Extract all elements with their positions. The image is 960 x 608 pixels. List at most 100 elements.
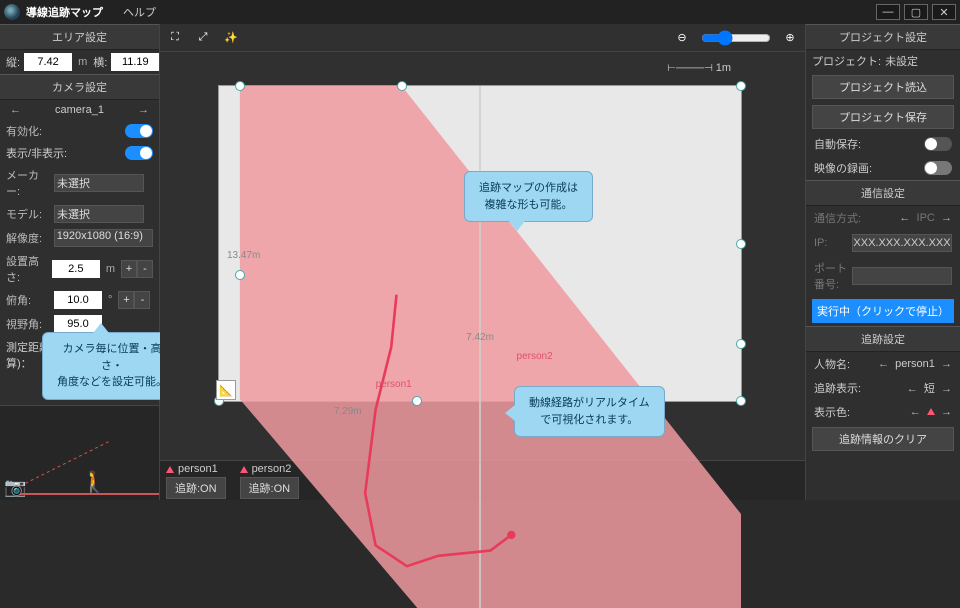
area-v-label: 縦: [6,54,20,70]
height-up-button[interactable]: + [121,260,137,278]
autosave-label: 自動保存: [814,136,861,152]
track-path [219,86,741,608]
track-name-prev[interactable]: ← [878,358,889,370]
track-name-label: 人物名: [814,356,850,372]
person-tab[interactable]: person1 追跡:ON [166,463,226,499]
height-down-button[interactable]: - [137,260,153,278]
app-logo-icon [4,4,20,20]
camera-marker-icon[interactable]: 📐 [216,380,236,400]
camera-next-button[interactable]: → [138,104,149,116]
vertex-handle[interactable] [736,239,746,249]
tracking-panel-header: 追跡設定 [806,326,960,352]
track-toggle-button[interactable]: 追跡:ON [166,477,226,499]
tilt-label: 俯角: [6,292,50,308]
measure-left: 13.47m [227,250,260,261]
comm-method-label: 通信方式: [814,210,861,226]
floor-area[interactable]: 13.47m 7.42m 7.29m 11.19m person1 person… [219,86,741,401]
track-color-next[interactable]: → [941,406,952,418]
comm-run-button[interactable]: 実行中（クリックで停止） [812,299,954,323]
ip-label: IP: [814,237,827,249]
project-label: プロジェクト: [812,53,881,69]
title-bar: 導線追跡マップ ヘルプ — ▢ ✕ [0,0,960,24]
project-load-button[interactable]: プロジェクト読込 [812,75,954,99]
tilt-up-button[interactable]: + [118,291,134,309]
track-show-next[interactable]: → [941,383,952,395]
height-unit: m [106,263,115,275]
measure-mid: 7.42m [466,332,494,343]
comm-method-next[interactable]: → [941,212,952,224]
window-maximize-button[interactable]: ▢ [904,4,928,20]
tilt-input[interactable] [54,291,102,309]
expand-icon[interactable]: ⤢ [194,29,212,47]
track-color-label: 表示色: [814,404,850,420]
maker-select[interactable]: 未選択 [54,174,144,192]
vertex-handle[interactable] [235,270,245,280]
vertex-handle[interactable] [736,81,746,91]
record-toggle[interactable] [924,161,952,175]
track-name-next[interactable]: → [941,358,952,370]
camera-panel-header: カメラ設定 [0,74,159,100]
area-v-input[interactable] [24,53,72,71]
record-label: 映像の録画: [814,160,872,176]
vertex-handle[interactable] [235,81,245,91]
ip-input[interactable] [852,234,952,252]
map-canvas[interactable]: ⊢────⊣ 1m [164,56,801,456]
track-name-value: person1 [895,358,935,370]
track-clear-button[interactable]: 追跡情報のクリア [812,427,954,451]
vertex-handle[interactable] [412,396,422,406]
vertex-handle[interactable] [397,81,407,91]
canvas-toolbar: ⛶ ⤢ ✨ ⊖ ⊕ [160,24,805,52]
area-v-unit: m [78,56,87,68]
window-minimize-button[interactable]: — [876,4,900,20]
project-save-button[interactable]: プロジェクト保存 [812,105,954,129]
triangle-icon [166,466,174,473]
vertex-handle[interactable] [736,339,746,349]
area-h-label: 横: [93,54,107,70]
track-color-prev[interactable]: ← [910,406,921,418]
res-select[interactable]: 1920x1080 (16:9) [54,229,153,247]
camera-show-toggle[interactable] [125,146,153,160]
bubble-shape-text: 追跡マップの作成は 複雑な形も可能。 [479,182,578,211]
model-label: モデル: [6,206,50,222]
port-input[interactable] [852,267,952,285]
camera-name: camera_1 [55,104,104,116]
area-panel-header: エリア設定 [0,24,159,50]
camera-prev-button[interactable]: ← [10,104,21,116]
comm-method-prev[interactable]: ← [899,212,910,224]
tilt-unit: ° [108,294,112,306]
zoom-slider[interactable] [701,30,771,46]
app-title: 導線追跡マップ [26,4,103,20]
track-show-prev[interactable]: ← [907,383,918,395]
bubble-track-text: 動線経路がリアルタイム で可視化されます。 [529,397,650,426]
fov-label: 視野角: [6,316,50,332]
port-label: ポート番号: [814,260,852,292]
window-close-button[interactable]: ✕ [932,4,956,20]
comm-panel-header: 通信設定 [806,180,960,206]
maker-label: メーカー: [6,167,50,199]
wand-icon[interactable]: ✨ [222,29,240,47]
project-value: 未設定 [885,53,918,69]
comm-method-value: IPC [917,212,935,224]
measure-bottom-left: 7.29m [334,406,362,417]
track-show-value: 短 [924,383,935,395]
bubble-shape: 追跡マップの作成は 複雑な形も可能。 [464,171,593,222]
model-select[interactable]: 未選択 [54,205,144,223]
fit-icon[interactable]: ⛶ [166,29,184,47]
autosave-toggle[interactable] [924,137,952,151]
camera-enable-toggle[interactable] [125,124,153,138]
track-color-swatch [927,408,935,415]
height-input[interactable] [52,260,100,278]
person1-label: person1 [376,379,412,390]
vertex-handle[interactable] [736,396,746,406]
person2-label: person2 [517,351,553,362]
camera-preview: 📷 🚶 [0,405,159,500]
menu-help[interactable]: ヘルプ [123,4,156,20]
area-h-input[interactable] [111,53,159,71]
tilt-down-button[interactable]: - [134,291,150,309]
zoom-in-icon[interactable]: ⊕ [781,29,799,47]
res-label: 解像度: [6,230,50,246]
project-panel-header: プロジェクト設定 [806,24,960,50]
zoom-out-icon[interactable]: ⊖ [673,29,691,47]
camera-enable-label: 有効化: [6,123,50,139]
bubble-track: 動線経路がリアルタイム で可視化されます。 [514,386,665,437]
